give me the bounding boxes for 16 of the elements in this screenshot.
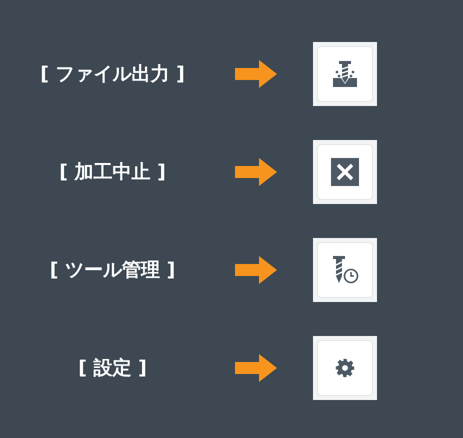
feature-label: [ ファイル出力 ] — [39, 62, 186, 87]
feature-label: [ 設定 ] — [77, 356, 148, 381]
toolbar-button[interactable] — [313, 42, 377, 106]
arrow-icon — [235, 354, 277, 382]
screw-clock-icon — [330, 255, 360, 285]
arrow-icon — [235, 158, 277, 186]
toolbar-button[interactable] — [313, 140, 377, 204]
arrow-icon — [235, 256, 277, 284]
toolbar-button[interactable] — [313, 336, 377, 400]
feature-label: [ ツール管理 ] — [48, 258, 176, 283]
drill-icon — [332, 61, 358, 87]
toolbar-button[interactable] — [313, 238, 377, 302]
feature-label: [ 加工中止 ] — [58, 160, 167, 185]
arrow-icon — [235, 60, 277, 88]
close-icon — [331, 158, 359, 186]
settings-icon — [335, 358, 355, 378]
